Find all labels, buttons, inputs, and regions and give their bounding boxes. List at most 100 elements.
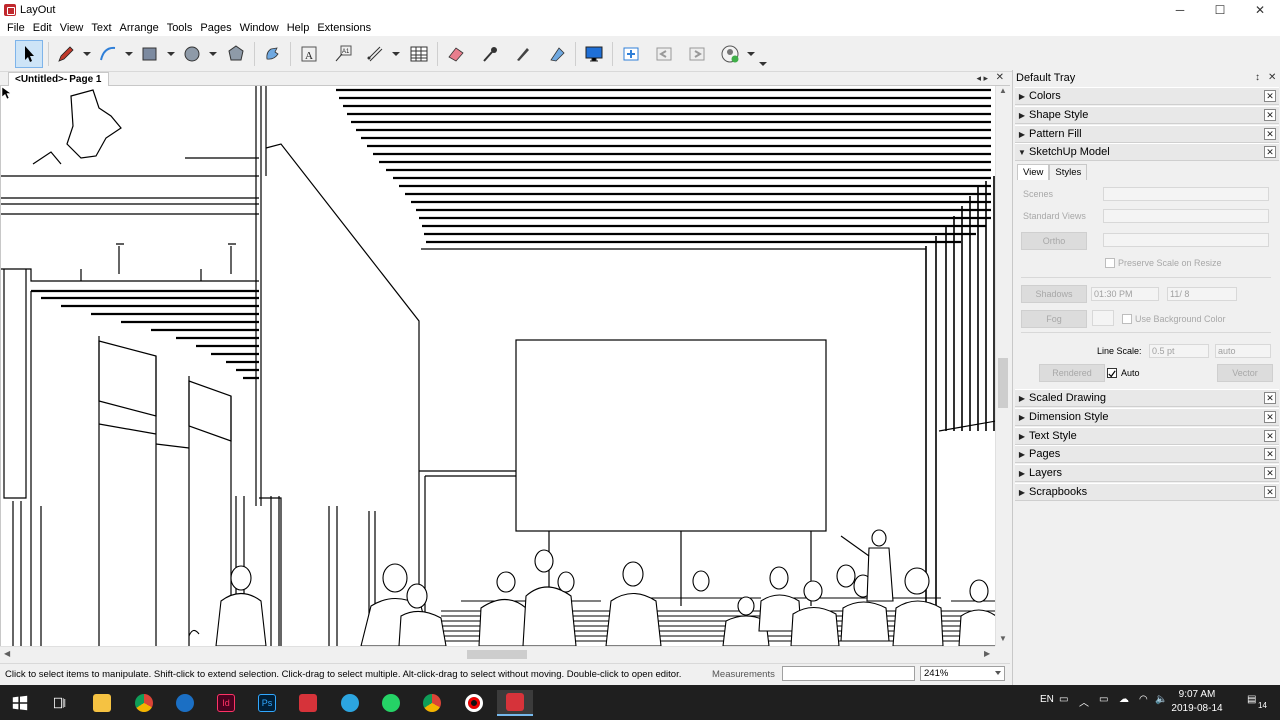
scroll-right-icon[interactable]: ▶ xyxy=(984,649,990,658)
panel-close-icon[interactable]: ✕ xyxy=(1264,392,1276,404)
rendered-button[interactable]: Rendered xyxy=(1039,364,1105,382)
horizontal-scrollbar[interactable]: ◀ ▶ xyxy=(0,646,995,661)
dimension-tool-button[interactable] xyxy=(361,40,389,68)
panel-close-icon[interactable]: ✕ xyxy=(1264,90,1276,102)
menu-help[interactable]: Help xyxy=(283,22,314,34)
menu-window[interactable]: Window xyxy=(236,22,283,34)
dimension-tool-dropdown[interactable] xyxy=(392,50,400,58)
document-tab-nav[interactable]: ◂ ▸ xyxy=(976,73,988,84)
line-scale-select[interactable]: 0.5 pt xyxy=(1149,344,1209,358)
recorder-button[interactable] xyxy=(456,690,492,716)
clock[interactable]: 9:07 AM 2019-08-14 xyxy=(1168,688,1226,716)
document-tab[interactable]: <Untitled> - Page 1 xyxy=(8,72,109,86)
tray-pin-icon[interactable]: ↕ xyxy=(1255,72,1260,83)
menu-text[interactable]: Text xyxy=(87,22,115,34)
fog-button[interactable]: Fog xyxy=(1021,310,1087,328)
show-hidden-icons-icon[interactable]: ︿ xyxy=(1079,694,1089,709)
select-tool-button[interactable] xyxy=(15,40,43,68)
line-tool-dropdown[interactable] xyxy=(83,50,91,58)
auto-render-checkbox[interactable] xyxy=(1107,368,1117,378)
tab-view[interactable]: View xyxy=(1017,164,1050,180)
scroll-down-icon[interactable]: ▼ xyxy=(999,634,1007,643)
menu-view[interactable]: View xyxy=(56,22,88,34)
panel-layers[interactable]: ▶ Layers ✕ xyxy=(1015,464,1279,482)
battery-icon[interactable]: ▭ xyxy=(1099,694,1108,705)
panel-text-style[interactable]: ▶ Text Style ✕ xyxy=(1015,427,1279,445)
panel-close-icon[interactable]: ✕ xyxy=(1264,411,1276,423)
telegram-button[interactable] xyxy=(332,690,368,716)
menu-edit[interactable]: Edit xyxy=(29,22,56,34)
measurements-input[interactable] xyxy=(782,666,915,681)
arc-tool-button[interactable] xyxy=(94,40,122,68)
style-tool-button[interactable] xyxy=(476,40,504,68)
next-page-button[interactable] xyxy=(683,40,711,68)
windows-start-button[interactable] xyxy=(2,690,38,716)
tab-styles[interactable]: Styles xyxy=(1049,164,1088,180)
circle-tool-dropdown[interactable] xyxy=(209,50,217,58)
document-close-button[interactable]: ✕ xyxy=(996,72,1004,83)
menu-pages[interactable]: Pages xyxy=(196,22,235,34)
standard-views-select[interactable] xyxy=(1103,209,1269,223)
indesign-button[interactable]: Id xyxy=(208,690,244,716)
ortho-scale-select[interactable] xyxy=(1103,233,1269,247)
panel-close-icon[interactable]: ✕ xyxy=(1264,448,1276,460)
panel-pattern-fill[interactable]: ▶ Pattern Fill ✕ xyxy=(1015,125,1279,143)
zoom-select[interactable]: 241% xyxy=(920,666,1005,681)
offset-tool-button[interactable] xyxy=(258,40,286,68)
panel-close-icon[interactable]: ✕ xyxy=(1264,128,1276,140)
split-tool-button[interactable] xyxy=(509,40,537,68)
presentation-button[interactable] xyxy=(580,40,608,68)
rectangle-tool-dropdown[interactable] xyxy=(167,50,175,58)
menu-extensions[interactable]: Extensions xyxy=(313,22,375,34)
chrome-button[interactable] xyxy=(126,690,162,716)
shadow-date-field[interactable]: 11/ 8 xyxy=(1167,287,1237,301)
join-tool-button[interactable] xyxy=(543,40,571,68)
panel-close-icon[interactable]: ✕ xyxy=(1264,467,1276,479)
panel-pages[interactable]: ▶ Pages ✕ xyxy=(1015,445,1279,463)
fog-color-swatch[interactable] xyxy=(1092,310,1114,326)
polygon-tool-button[interactable] xyxy=(222,40,250,68)
sketchup-button[interactable] xyxy=(167,690,203,716)
menu-file[interactable]: File xyxy=(3,22,29,34)
vertical-scroll-thumb[interactable] xyxy=(998,358,1008,408)
line-scale-auto-select[interactable]: auto xyxy=(1215,344,1271,358)
shadows-button[interactable]: Shadows xyxy=(1021,285,1087,303)
panel-dimension-style[interactable]: ▶ Dimension Style ✕ xyxy=(1015,408,1279,426)
line-tool-button[interactable] xyxy=(52,40,80,68)
language-indicator[interactable]: EN xyxy=(1040,694,1054,705)
vector-render-select[interactable]: Vector xyxy=(1217,364,1273,382)
preserve-scale-checkbox[interactable] xyxy=(1105,258,1115,268)
panel-scrapbooks[interactable]: ▶ Scrapbooks ✕ xyxy=(1015,483,1279,501)
rectangle-tool-button[interactable] xyxy=(136,40,164,68)
keyboard-icon[interactable]: ▭ xyxy=(1059,694,1068,705)
panel-close-icon[interactable]: ✕ xyxy=(1264,430,1276,442)
circle-tool-button[interactable] xyxy=(178,40,206,68)
panel-colors[interactable]: ▶ Colors ✕ xyxy=(1015,87,1279,105)
file-explorer-button[interactable] xyxy=(84,690,120,716)
ortho-button[interactable]: Ortho xyxy=(1021,232,1087,250)
cloud-icon[interactable]: ☁ xyxy=(1119,694,1129,705)
maximize-button[interactable]: ☐ xyxy=(1200,0,1240,20)
chrome-2-button[interactable] xyxy=(414,690,450,716)
eraser-tool-button[interactable] xyxy=(442,40,470,68)
whatsapp-button[interactable] xyxy=(373,690,409,716)
toolbar-overflow[interactable] xyxy=(759,60,767,68)
arc-tool-dropdown[interactable] xyxy=(125,50,133,58)
panel-shape-style[interactable]: ▶ Shape Style ✕ xyxy=(1015,106,1279,124)
volume-icon[interactable]: 🔈 xyxy=(1155,694,1167,705)
panel-scaled-drawing[interactable]: ▶ Scaled Drawing ✕ xyxy=(1015,389,1279,407)
scroll-up-icon[interactable]: ▲ xyxy=(999,86,1007,95)
layout-active-button[interactable] xyxy=(497,690,533,716)
scenes-select[interactable] xyxy=(1103,187,1269,201)
account-dropdown[interactable] xyxy=(747,50,755,58)
panel-close-icon[interactable]: ✕ xyxy=(1264,109,1276,121)
previous-page-button[interactable] xyxy=(650,40,678,68)
add-page-button[interactable] xyxy=(617,40,645,68)
menu-tools[interactable]: Tools xyxy=(163,22,197,34)
drawing-canvas[interactable] xyxy=(0,86,995,646)
task-view-button[interactable] xyxy=(42,690,78,716)
notification-icon[interactable]: ▤ xyxy=(1247,694,1256,705)
tray-close-button[interactable]: ✕ xyxy=(1268,72,1276,83)
minimize-button[interactable]: ─ xyxy=(1160,0,1200,20)
table-tool-button[interactable] xyxy=(405,40,433,68)
